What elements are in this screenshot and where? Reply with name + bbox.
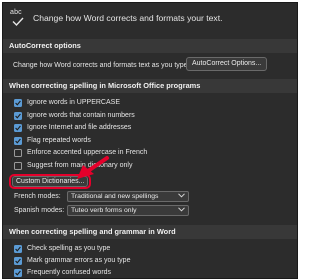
proofing-options-panel: abc Change how Word corrects and formats… — [2, 2, 298, 279]
annotation-arrow — [77, 156, 109, 179]
